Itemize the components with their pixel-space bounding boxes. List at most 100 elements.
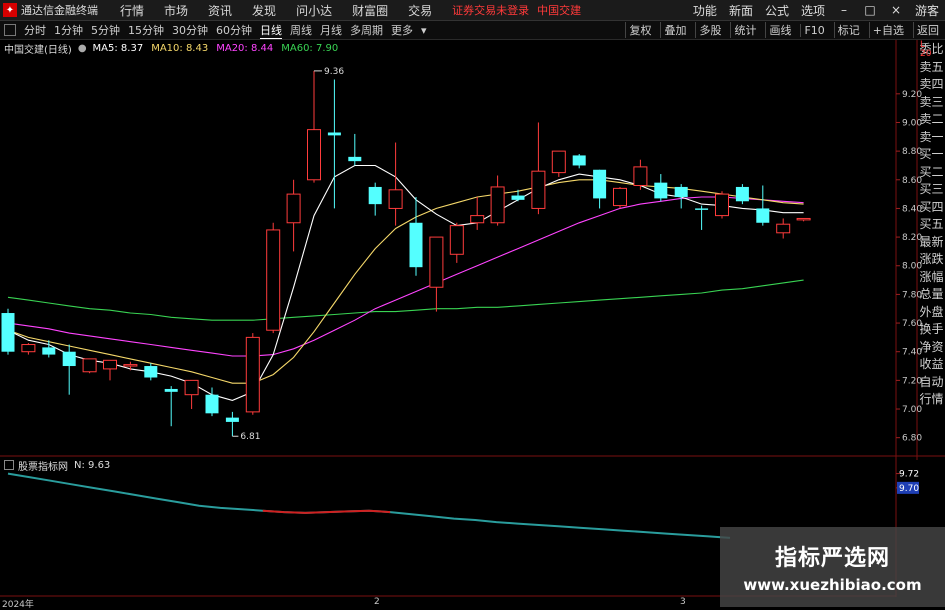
menu-item-zixun[interactable]: 资讯	[208, 2, 232, 19]
btn-diejia[interactable]: 叠加	[660, 22, 689, 38]
period-monthly[interactable]: 月线	[320, 22, 342, 38]
sub-indicator-value: N: 9.63	[74, 459, 111, 471]
candle-body	[756, 208, 770, 223]
menu-item-wenxiaoda[interactable]: 问小达	[296, 2, 332, 19]
ma5-label: MA5: 8.37	[92, 42, 144, 54]
btn-huaxian[interactable]: 画线	[765, 22, 794, 38]
btn-duogu[interactable]: 多股	[695, 22, 724, 38]
minimize-icon[interactable]: –	[837, 3, 851, 17]
side-outer[interactable]: 外盘	[918, 304, 945, 322]
side-sell1[interactable]: 卖一	[918, 129, 945, 147]
period-daily[interactable]: 日线	[260, 22, 282, 39]
side-auto[interactable]: 自动	[918, 374, 945, 392]
btn-f10[interactable]: F10	[800, 23, 827, 37]
menu-youke[interactable]: 游客	[915, 2, 939, 19]
candle-body	[572, 155, 586, 166]
toolbar-right: 复权 叠加 多股 统计 画线 F10 标记 +自选 返回	[622, 22, 945, 38]
menu-item-faxian[interactable]: 发现	[252, 2, 276, 19]
login-status[interactable]: 证券交易未登录	[452, 2, 529, 18]
candle-body	[1, 313, 15, 352]
side-sell4[interactable]: 卖四	[918, 76, 945, 94]
candle-body	[633, 166, 648, 187]
side-volume[interactable]: 总量	[918, 286, 945, 304]
candle-body	[490, 186, 505, 224]
candle-body	[123, 364, 138, 367]
date-label-2024: 2024年	[2, 600, 34, 610]
sub-y-tick-label: 9.72	[899, 470, 919, 480]
close-icon[interactable]: ×	[889, 3, 903, 17]
candle-body	[715, 193, 729, 217]
candle-body	[82, 358, 97, 373]
side-change-pct[interactable]: 涨幅	[918, 269, 945, 287]
candle-body	[286, 193, 301, 224]
menu-item-shichang[interactable]: 市场	[164, 2, 188, 19]
side-quote[interactable]: 行情	[918, 391, 945, 409]
candle-body	[429, 236, 444, 288]
side-earnings[interactable]: 收益	[918, 356, 945, 374]
candle-body	[796, 217, 811, 221]
btn-zixuan[interactable]: +自选	[868, 22, 907, 38]
period-toolbar: 分时 1分钟 5分钟 15分钟 30分钟 60分钟 日线 周线 月线 多周期 更…	[0, 21, 945, 40]
period-1min[interactable]: 1分钟	[54, 22, 83, 38]
side-turnover[interactable]: 换手	[918, 321, 945, 339]
ma20-label: MA20: 8.44	[216, 42, 274, 54]
period-weekly[interactable]: 周线	[290, 22, 312, 38]
btn-fanhui[interactable]: 返回	[913, 22, 942, 38]
candle-body	[184, 379, 199, 396]
side-buy3[interactable]: 买三	[918, 181, 945, 199]
btn-biaoji[interactable]: 标记	[833, 22, 863, 38]
candle-body	[470, 215, 485, 224]
period-fenshi[interactable]: 分时	[24, 22, 46, 38]
period-60min[interactable]: 60分钟	[216, 22, 252, 38]
candle-body	[531, 170, 546, 209]
period-15min[interactable]: 15分钟	[128, 22, 164, 38]
btn-tongji[interactable]: 统计	[730, 22, 759, 38]
menubar: ✦ 通达信金融终端 行情 市场 资讯 发现 问小达 财富圈 交易 证券交易未登录…	[0, 0, 945, 21]
candle-body	[225, 417, 239, 422]
side-buy4[interactable]: 买四	[918, 199, 945, 217]
ma10-label: MA10: 8.43	[151, 42, 209, 54]
period-multi[interactable]: 多周期	[350, 22, 383, 38]
maximize-icon[interactable]: □	[863, 3, 877, 17]
side-latest[interactable]: 最新	[918, 234, 945, 252]
high-annotation: 9.36	[324, 67, 344, 77]
side-change[interactable]: 涨跌	[918, 251, 945, 269]
side-corner-20: 20	[920, 49, 932, 59]
chevron-down-icon[interactable]: ▾	[421, 24, 427, 37]
menu-item-jiaoyi[interactable]: 交易	[408, 2, 432, 19]
app-logo-icon: ✦	[3, 3, 17, 17]
side-buy5[interactable]: 买五	[918, 216, 945, 234]
menu-gongneng[interactable]: 功能	[693, 2, 717, 19]
indicator-box-icon[interactable]	[4, 460, 14, 470]
period-5min[interactable]: 5分钟	[91, 22, 120, 38]
candle-body	[164, 388, 178, 392]
kline-chart[interactable]: 9.209.008.808.608.408.208.007.807.607.40…	[0, 40, 945, 597]
menu-xuanxiang[interactable]: 选项	[801, 2, 825, 19]
candle-body	[21, 344, 36, 353]
watermark-title: 指标严选网	[774, 546, 890, 571]
side-sell2[interactable]: 卖二	[918, 111, 945, 129]
period-more[interactable]: 更多	[391, 22, 413, 38]
period-30min[interactable]: 30分钟	[172, 22, 208, 38]
candle-body	[449, 225, 464, 255]
side-sell3[interactable]: 卖三	[918, 94, 945, 112]
side-buy2[interactable]: 买二	[918, 164, 945, 182]
date-label-mar: 3	[680, 597, 686, 607]
date-label-feb: 2	[374, 597, 380, 607]
settings-dot-icon[interactable]: ●	[78, 43, 87, 54]
menu-item-hangqing[interactable]: 行情	[120, 2, 144, 19]
menu-item-caifuquan[interactable]: 财富圈	[352, 2, 388, 19]
menu-xinmian[interactable]: 新面	[729, 2, 753, 19]
side-sell5[interactable]: 卖五	[918, 59, 945, 77]
sub-indicator-info: 股票指标网 N: 9.63	[0, 458, 111, 473]
menu-gongshi[interactable]: 公式	[765, 2, 789, 19]
current-stock: 中国交建	[537, 4, 582, 17]
right-menu: 功能 新面 公式 选项 – □ × 游客	[687, 2, 945, 19]
btn-fuquan[interactable]: 复权	[625, 22, 654, 38]
candle-body	[307, 129, 321, 181]
side-buy1[interactable]: 买一	[918, 146, 945, 164]
y-tick-label: 6.80	[902, 434, 922, 444]
ma60-line	[7, 279, 804, 321]
toolbar-toggle-icon[interactable]	[4, 24, 16, 36]
side-netasset[interactable]: 净资	[918, 339, 945, 357]
